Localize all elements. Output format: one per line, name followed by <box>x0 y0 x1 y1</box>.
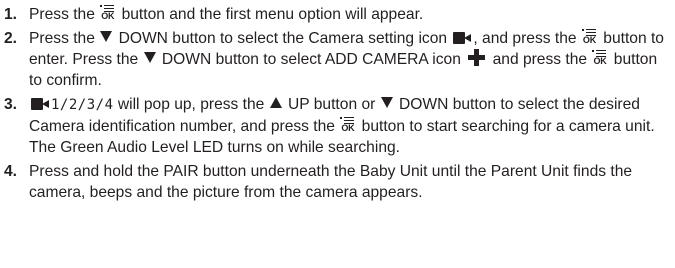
down-arrow-icon <box>380 97 393 108</box>
step-2: 2. Press the DOWN button to select the C… <box>0 28 672 91</box>
step-text: Press and hold the PAIR button underneat… <box>29 163 633 201</box>
step-1: 1. Press the OK button and the first men… <box>0 4 672 25</box>
ok-menu-icon: OK <box>340 117 356 133</box>
step-number: 2. <box>4 30 18 47</box>
step-text: CAMERA icon <box>362 51 461 68</box>
camera-icon <box>31 98 49 110</box>
ok-menu-icon: OK <box>581 29 598 45</box>
step-text: button and the first menu option will ap… <box>121 6 424 23</box>
step-text: button <box>361 118 406 135</box>
down-arrow-icon <box>143 52 156 63</box>
step-3: 3. 1/2/3/4 will pop up, press the UP but… <box>0 94 672 158</box>
camera-icon <box>453 32 472 44</box>
add-camera-plus-icon <box>468 49 486 66</box>
step-text: and press the <box>492 51 588 68</box>
ok-menu-icon: OK <box>592 50 608 66</box>
step-text: DOWN button to select ADD <box>161 51 358 68</box>
camera-number-options: 1/2/3/4 <box>51 97 114 113</box>
pairing-steps-list: 1. Press the OK button and the first men… <box>0 4 672 206</box>
step-text: DOWN button to select the Camera setting… <box>118 30 448 47</box>
up-arrow-icon <box>269 97 282 108</box>
step-text: DOWN button to <box>399 96 514 113</box>
step-text: Press the <box>29 6 95 23</box>
down-arrow-icon <box>100 31 113 42</box>
instruction-page: 1. Press the OK button and the first men… <box>0 0 675 268</box>
step-number: 4. <box>4 163 18 180</box>
step-text: UP button or <box>288 96 376 113</box>
step-number: 3. <box>4 96 18 113</box>
step-number: 1. <box>4 6 18 23</box>
step-text: Press the <box>29 30 95 47</box>
ok-menu-icon: OK <box>100 5 116 21</box>
step-text: press the <box>512 30 577 47</box>
step-4: 4. Press and hold the PAIR button undern… <box>0 161 672 203</box>
step-text: , and <box>473 30 509 47</box>
step-text: will pop up, press the <box>117 96 265 113</box>
